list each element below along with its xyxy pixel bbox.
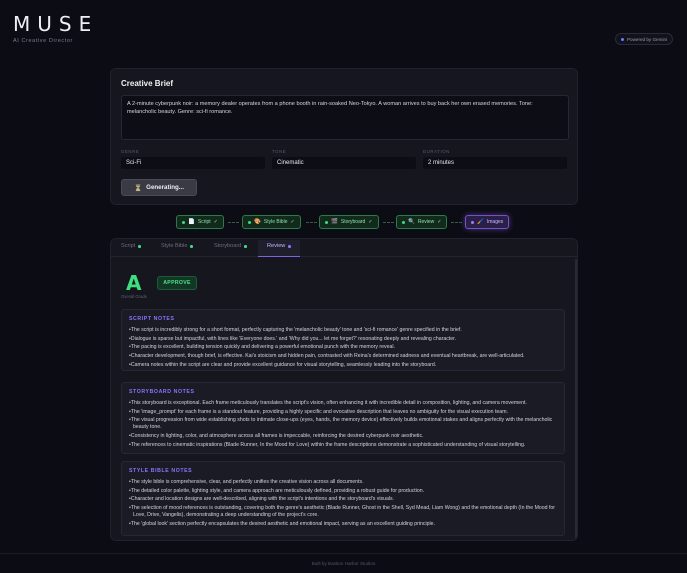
- check-icon: ✓: [213, 219, 218, 225]
- panel-scrollbar[interactable]: [575, 259, 577, 539]
- pipeline-step-style-bible[interactable]: 🎨 Style Bible ✓: [242, 215, 301, 229]
- pipeline-progress: 📄 Script ✓ 🎨 Style Bible ✓ 🎬 Storyboard …: [176, 214, 516, 230]
- duration-select[interactable]: 2 minutes: [423, 157, 567, 169]
- tab-status-dot-icon: [138, 245, 141, 248]
- list-item: Character development, though brief, is …: [129, 353, 557, 360]
- script-notes-title: SCRIPT NOTES: [129, 316, 175, 322]
- list-item: The 'global look' section perfectly enca…: [129, 521, 557, 528]
- tab-style-bible[interactable]: Style Bible: [161, 243, 193, 257]
- step-status-dot-icon: [471, 220, 474, 224]
- palette-icon: 🎨: [254, 219, 261, 225]
- app-tagline: AI Creative Director: [13, 38, 73, 44]
- pipeline-step-review[interactable]: 🔍 Review ✓: [396, 215, 448, 229]
- list-item: The script is incredibly strong for a sh…: [129, 327, 557, 334]
- step-label: Review: [417, 219, 435, 225]
- hourglass-icon: ⏳: [134, 184, 143, 192]
- step-label: Images: [486, 219, 504, 225]
- status-dot-icon: [620, 37, 624, 41]
- pipeline-connector: [451, 222, 462, 223]
- list-item: Consistency in lighting, color, and atmo…: [129, 433, 557, 440]
- pipeline-connector: [228, 222, 239, 223]
- list-item: This storyboard is exceptional. Each fra…: [129, 400, 557, 407]
- list-item: The detailed color palette, lighting sty…: [129, 488, 557, 495]
- genre-field: GENRE Sci-Fi: [121, 149, 265, 169]
- tab-status-dot-icon: [288, 245, 291, 248]
- duration-field: DURATION 2 minutes: [423, 149, 567, 169]
- storyboard-notes-card: STORYBOARD NOTES This storyboard is exce…: [121, 382, 565, 454]
- magnifier-icon: 🔍: [408, 219, 415, 225]
- list-item: Camera notes within the script are clear…: [129, 362, 557, 369]
- top-bar: MUSE AI Creative Director Powered by Gem…: [0, 0, 687, 60]
- style-bible-notes-card: STYLE BIBLE NOTES The style bible is com…: [121, 461, 565, 536]
- list-item: The 'image_prompt' for each frame is a s…: [129, 409, 557, 416]
- step-label: Style Bible: [263, 219, 288, 225]
- check-icon: ✓: [437, 219, 442, 225]
- genre-label: GENRE: [121, 149, 140, 154]
- step-status-dot-icon: [248, 220, 251, 224]
- tab-storyboard[interactable]: Storyboard: [214, 243, 247, 257]
- generate-button-label: Generating...: [146, 184, 184, 191]
- document-icon: 📄: [188, 219, 195, 225]
- genre-select[interactable]: Sci-Fi: [121, 157, 265, 169]
- check-icon: ✓: [290, 219, 295, 225]
- pipeline-step-storyboard[interactable]: 🎬 Storyboard ✓: [319, 215, 379, 229]
- overall-grade: A: [126, 271, 142, 295]
- duration-label: DURATION: [423, 149, 450, 154]
- results-tabs: Script Style Bible Storyboard Review: [111, 239, 577, 257]
- step-label: Storyboard: [340, 219, 366, 225]
- tab-label: Review: [267, 243, 286, 249]
- paintbrush-icon: 🖌️: [477, 219, 484, 225]
- footer-credit: Built by Bastion Harbor Studios: [311, 561, 376, 566]
- tab-script[interactable]: Script: [121, 243, 141, 257]
- tab-label: Style Bible: [161, 243, 188, 249]
- tone-label: TONE: [272, 149, 287, 154]
- brief-title: Creative Brief: [121, 79, 174, 88]
- pipeline-connector: [383, 222, 394, 223]
- list-item: Character and location designs are well-…: [129, 496, 557, 503]
- pipeline-step-images[interactable]: 🖌️ Images: [465, 215, 510, 229]
- page-footer: Built by Bastion Harbor Studios: [0, 553, 687, 573]
- powered-by-label: Powered by Gemini: [626, 36, 668, 42]
- storyboard-notes-title: STORYBOARD NOTES: [129, 389, 195, 395]
- list-item: The visual progression from wide establi…: [129, 417, 557, 431]
- pipeline-connector: [306, 222, 317, 223]
- brief-textarea[interactable]: A 2-minute cyberpunk noir: a memory deal…: [121, 95, 569, 140]
- step-status-dot-icon: [182, 220, 185, 224]
- pipeline-step-script[interactable]: 📄 Script ✓: [176, 215, 224, 229]
- list-item: The references to cinematic inspirations…: [129, 442, 557, 449]
- tone-select[interactable]: Cinematic: [272, 157, 416, 169]
- generate-button[interactable]: ⏳ Generating...: [121, 179, 197, 196]
- overall-grade-label: Overall Grade: [121, 294, 148, 299]
- step-label: Script: [197, 219, 211, 225]
- app-logo: MUSE: [13, 12, 99, 36]
- storyboard-notes-list: This storyboard is exceptional. Each fra…: [129, 400, 557, 449]
- tab-status-dot-icon: [190, 245, 193, 248]
- step-status-dot-icon: [402, 220, 405, 224]
- creative-brief-card: Creative Brief A 2-minute cyberpunk noir…: [110, 68, 578, 205]
- tab-label: Storyboard: [214, 243, 242, 249]
- list-item: The style bible is comprehensive, clear,…: [129, 479, 557, 486]
- check-icon: ✓: [368, 219, 373, 225]
- list-item: Dialogue is sparse but impactful, with l…: [129, 336, 557, 343]
- script-notes-list: The script is incredibly strong for a sh…: [129, 327, 557, 369]
- style-bible-notes-list: The style bible is comprehensive, clear,…: [129, 479, 557, 528]
- tab-label: Script: [121, 243, 136, 249]
- list-item: The selection of mood references is outs…: [129, 505, 557, 519]
- script-notes-card: SCRIPT NOTES The script is incredibly st…: [121, 309, 565, 371]
- step-status-dot-icon: [325, 220, 328, 224]
- verdict-badge: APPROVE: [157, 276, 197, 290]
- results-panel: Script Style Bible Storyboard Review A O…: [110, 238, 578, 541]
- tab-status-dot-icon: [244, 245, 247, 248]
- tab-review[interactable]: Review: [258, 240, 300, 257]
- powered-by-badge: Powered by Gemini: [615, 33, 673, 45]
- tone-field: TONE Cinematic: [272, 149, 416, 169]
- list-item: The pacing is excellent, building tensio…: [129, 344, 557, 351]
- style-bible-notes-title: STYLE BIBLE NOTES: [129, 468, 193, 474]
- clapperboard-icon: 🎬: [331, 219, 338, 225]
